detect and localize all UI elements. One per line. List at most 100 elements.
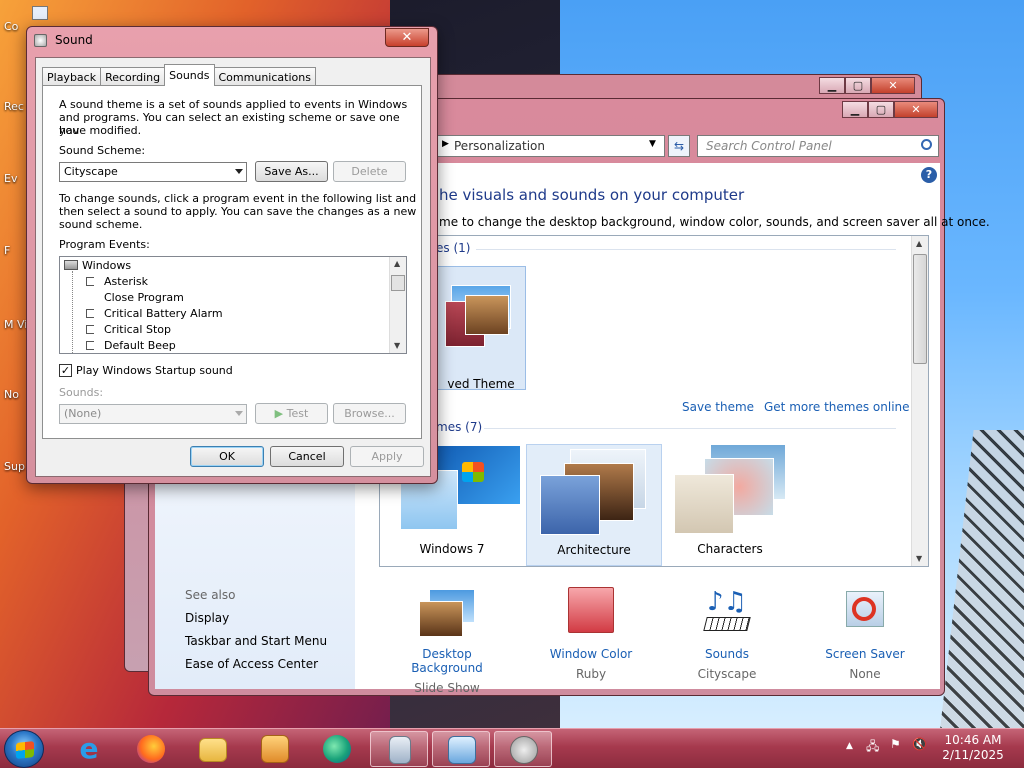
setting-value: Cityscape bbox=[697, 667, 757, 681]
minimize-button[interactable]: ▁ bbox=[842, 101, 868, 118]
see-also-ease-link[interactable]: Ease of Access Center bbox=[185, 657, 318, 671]
computer-icon bbox=[32, 6, 48, 20]
speaker-icon bbox=[86, 277, 94, 286]
taskbar-control-panel-window[interactable] bbox=[370, 731, 428, 767]
tab-playback[interactable]: Playback bbox=[42, 67, 102, 86]
get-more-themes-link[interactable]: Get more themes online bbox=[764, 400, 910, 414]
volume-muted-icon[interactable]: 🔇 bbox=[912, 737, 927, 751]
browse-button[interactable]: Browse... bbox=[333, 403, 406, 424]
page-title: he visuals and sounds on your computer bbox=[439, 186, 745, 204]
theme-characters[interactable]: Characters bbox=[666, 444, 794, 566]
refresh-icon[interactable]: ⇆ bbox=[668, 135, 690, 157]
close-button[interactable]: ✕ bbox=[871, 77, 915, 94]
setting-value: Ruby bbox=[575, 667, 607, 681]
taskbar-sound-window[interactable] bbox=[494, 731, 552, 767]
firefox-icon bbox=[137, 735, 165, 763]
program-events-list[interactable]: Windows Asterisk Close Program Critical … bbox=[59, 256, 407, 354]
sounds-setting[interactable]: ♪♫ Sounds Cityscape bbox=[667, 587, 787, 681]
internet-explorer-icon: e bbox=[79, 732, 99, 765]
search-input[interactable]: Search Control Panel bbox=[697, 135, 939, 157]
theme-list-scrollbar[interactable]: ▲ ▼ bbox=[911, 236, 928, 566]
desktop-icon-label: Co bbox=[4, 20, 19, 33]
show-hidden-icons[interactable]: ▲ bbox=[846, 741, 853, 751]
cancel-button[interactable]: Cancel bbox=[270, 446, 344, 467]
intro-line-3: have modified. bbox=[59, 124, 142, 137]
window-caption-buttons: ▁ ▢ ✕ bbox=[819, 77, 915, 94]
sound-dialog[interactable]: Sound ✕ Playback Recording Sounds Commun… bbox=[26, 26, 438, 484]
scroll-down-icon[interactable]: ▼ bbox=[916, 554, 922, 563]
list-item[interactable]: Default Beep bbox=[86, 339, 176, 352]
tree-line bbox=[72, 271, 73, 353]
chevron-down-icon bbox=[235, 169, 243, 174]
taskbar-firefox[interactable] bbox=[122, 731, 180, 767]
saved-theme-preview bbox=[441, 277, 521, 347]
list-item[interactable]: Asterisk bbox=[86, 275, 148, 288]
ok-button[interactable]: OK bbox=[190, 446, 264, 467]
system-clock[interactable]: 10:46 AM 2/11/2025 bbox=[940, 733, 1006, 763]
breadcrumb-arrow-icon[interactable]: ▶ bbox=[442, 139, 449, 149]
tab-recording[interactable]: Recording bbox=[100, 67, 166, 86]
scroll-thumb[interactable] bbox=[913, 254, 927, 364]
close-button[interactable]: ✕ bbox=[385, 28, 429, 47]
startup-sound-label[interactable]: Play Windows Startup sound bbox=[76, 364, 233, 377]
instructions-line-1: To change sounds, click a program event … bbox=[59, 192, 417, 205]
list-item[interactable]: Critical Battery Alarm bbox=[86, 307, 223, 320]
theme-list[interactable]: es (1) ved Theme Save theme Get more the… bbox=[379, 235, 929, 567]
characters-preview bbox=[670, 444, 790, 534]
maximize-button[interactable]: ▢ bbox=[868, 101, 894, 118]
desktop-icon-label: Sup bbox=[4, 460, 25, 473]
saved-theme-tile[interactable]: ved Theme bbox=[436, 266, 526, 391]
theme-name: Architecture bbox=[557, 543, 631, 557]
intro-line-1: A sound theme is a set of sounds applied… bbox=[59, 98, 408, 111]
chevron-down-icon bbox=[235, 411, 243, 416]
address-dropdown-icon[interactable]: ▼ bbox=[649, 139, 656, 149]
taskbar-explorer[interactable] bbox=[184, 731, 242, 767]
save-theme-link[interactable]: Save theme bbox=[682, 400, 754, 414]
delete-button[interactable]: Delete bbox=[333, 161, 406, 182]
group-divider bbox=[476, 249, 896, 250]
clock-time: 10:46 AM bbox=[944, 733, 1002, 747]
list-item[interactable]: Windows bbox=[64, 259, 131, 272]
minimize-button[interactable]: ▁ bbox=[819, 77, 845, 94]
list-item[interactable]: Close Program bbox=[104, 291, 184, 304]
save-as-button[interactable]: Save As... bbox=[255, 161, 328, 182]
list-item[interactable]: Critical Stop bbox=[86, 323, 171, 336]
scroll-up-icon[interactable]: ▲ bbox=[394, 259, 400, 268]
taskbar-personalization-window[interactable] bbox=[432, 731, 490, 767]
help-icon[interactable]: ? bbox=[921, 167, 937, 183]
desktop-background-icon bbox=[417, 587, 477, 643]
start-button[interactable] bbox=[4, 730, 44, 768]
setting-value: Slide Show bbox=[414, 681, 480, 695]
apply-button[interactable]: Apply bbox=[350, 446, 424, 467]
tab-communications[interactable]: Communications bbox=[213, 67, 316, 86]
screen-saver-setting[interactable]: Screen Saver None bbox=[805, 587, 925, 681]
close-button[interactable]: ✕ bbox=[894, 101, 938, 118]
window-color-setting[interactable]: Window Color Ruby bbox=[531, 587, 651, 681]
sounds-select[interactable]: (None) bbox=[59, 404, 247, 424]
taskbar-media-player[interactable] bbox=[246, 731, 304, 767]
theme-architecture[interactable]: Architecture bbox=[526, 444, 662, 566]
scroll-down-icon[interactable]: ▼ bbox=[394, 341, 400, 350]
desktop-background-setting[interactable]: Desktop Background Slide Show bbox=[387, 587, 507, 695]
setting-title: Desktop Background bbox=[411, 647, 483, 675]
aero-themes-label: mes (7) bbox=[436, 420, 483, 434]
sound-scheme-select[interactable]: Cityscape bbox=[59, 162, 247, 182]
network-icon[interactable]: 🖧 bbox=[866, 737, 879, 758]
desktop-icon-label: No bbox=[4, 388, 19, 401]
test-button[interactable]: ▶ Test bbox=[255, 403, 328, 424]
see-also-taskbar-link[interactable]: Taskbar and Start Menu bbox=[185, 634, 327, 648]
scroll-up-icon[interactable]: ▲ bbox=[916, 239, 922, 248]
scroll-thumb[interactable] bbox=[391, 275, 405, 291]
taskbar-edge[interactable] bbox=[308, 731, 366, 767]
taskbar-internet-explorer[interactable]: e bbox=[60, 731, 118, 767]
tab-sounds[interactable]: Sounds bbox=[164, 64, 215, 86]
see-also-display-link[interactable]: Display bbox=[185, 611, 229, 625]
startup-sound-checkbox[interactable]: ✓ bbox=[59, 364, 72, 377]
address-bar[interactable]: Personalization bbox=[437, 135, 665, 157]
desktop-icon-label: Ev bbox=[4, 172, 18, 185]
action-center-flag-icon[interactable]: ⚑ bbox=[890, 737, 901, 751]
maximize-button[interactable]: ▢ bbox=[845, 77, 871, 94]
search-icon[interactable] bbox=[921, 139, 932, 150]
events-scrollbar[interactable]: ▲ ▼ bbox=[389, 257, 406, 353]
dialog-title: Sound bbox=[55, 33, 93, 47]
